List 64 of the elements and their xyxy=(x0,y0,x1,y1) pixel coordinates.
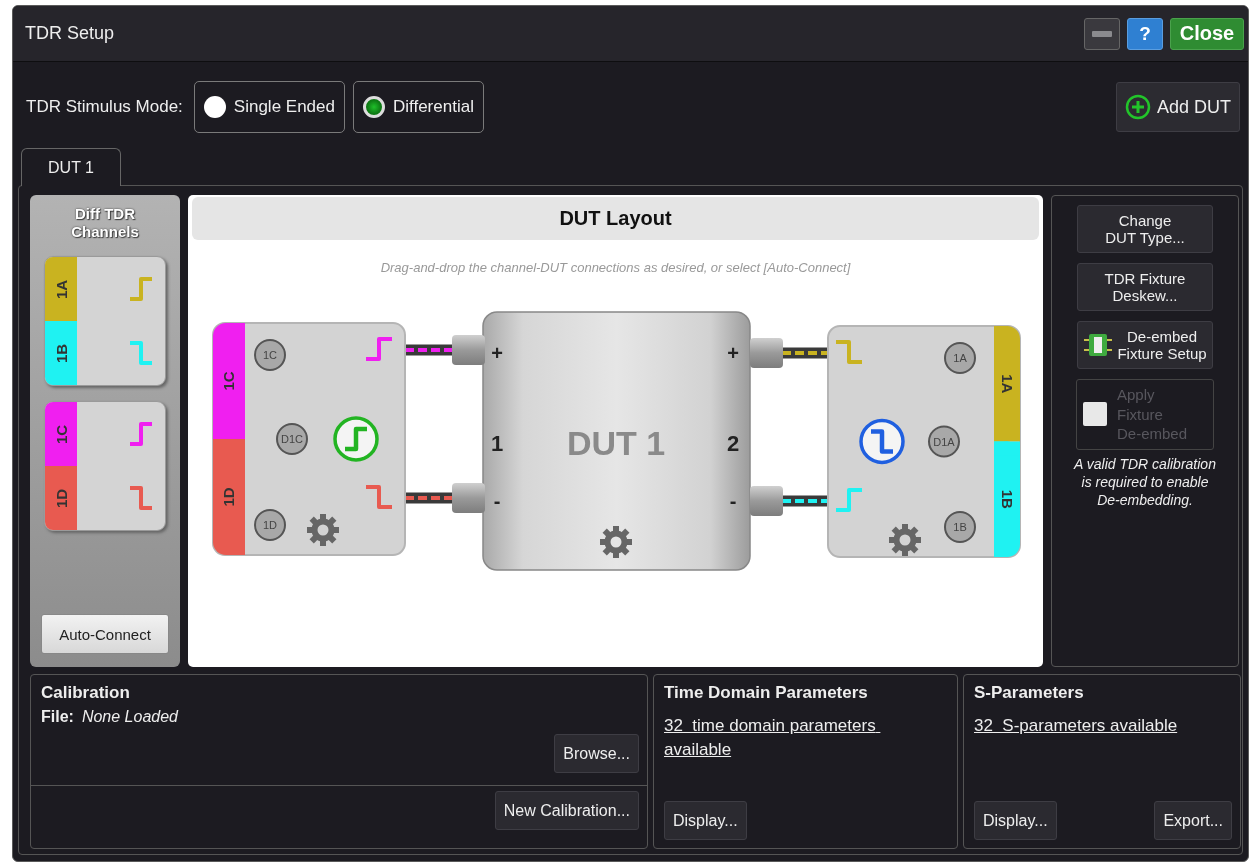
port-sign: + xyxy=(727,342,739,364)
file-label: File: xyxy=(41,708,74,726)
minimize-icon xyxy=(1092,30,1112,37)
action-button[interactable]: Display... xyxy=(974,801,1057,840)
channel-badge[interactable]: 1A xyxy=(944,342,976,374)
calibration-button[interactable]: Browse... xyxy=(554,734,639,773)
gear-icon xyxy=(600,526,632,558)
port-sign: - xyxy=(493,490,501,512)
channel-tab[interactable]: 1B xyxy=(45,321,77,385)
connector xyxy=(452,483,485,513)
calibration-button[interactable]: New Calibration... xyxy=(494,791,639,830)
channel-badge[interactable]: 1D xyxy=(254,509,286,541)
connector xyxy=(452,335,485,365)
radio-button[interactable]: Differential xyxy=(352,81,484,133)
side-button[interactable]: De-embed Fixture Setup xyxy=(1077,321,1213,369)
port-number: 1 xyxy=(490,431,504,456)
chip-icon xyxy=(1083,333,1114,357)
radio-button[interactable]: Single Ended xyxy=(193,81,345,133)
channel-badge[interactable]: D1A xyxy=(928,425,960,458)
section-title: Calibration xyxy=(41,683,131,703)
close-button[interactable]: Close xyxy=(1170,17,1244,50)
note-text: A valid TDR calibration is required to enable De-embedding. xyxy=(1074,454,1216,510)
dut-label: DUT 1 xyxy=(566,424,666,462)
window-title: TDR Setup xyxy=(25,23,116,44)
channel-tab[interactable]: 1B xyxy=(994,441,1020,557)
section-title: S-Parameters xyxy=(974,683,1085,703)
connector xyxy=(750,338,783,368)
minimize-button[interactable] xyxy=(1084,17,1120,50)
cable xyxy=(405,344,454,356)
channel-tab[interactable]: 1C xyxy=(213,323,245,439)
gear-icon xyxy=(307,514,339,546)
add-dut-button[interactable]: Add DUT xyxy=(1115,82,1240,132)
channel-tab[interactable]: 1D xyxy=(213,439,245,555)
channel-tab[interactable]: 1A xyxy=(994,326,1020,442)
section-title: Time Domain Parameters xyxy=(664,683,869,703)
auto-connect-button[interactable]: Auto-Connect xyxy=(41,614,169,654)
file-value: None Loaded xyxy=(81,708,178,726)
parameters-link[interactable]: 32 time domain parameters available xyxy=(664,714,929,762)
side-button[interactable]: Change DUT Type... xyxy=(1077,205,1213,253)
port-sign: + xyxy=(491,342,503,364)
layout-title: DUT Layout xyxy=(192,197,1039,240)
action-button[interactable]: Export... xyxy=(1154,801,1232,840)
channel-badge[interactable]: D1C xyxy=(276,423,308,455)
connector xyxy=(750,486,783,516)
channel-tab[interactable]: 1C xyxy=(45,402,77,466)
channel-tab[interactable]: 1D xyxy=(45,466,77,530)
help-button[interactable]: ? xyxy=(1127,17,1163,50)
stimulus-step-icon[interactable] xyxy=(859,418,905,465)
side-button[interactable]: TDR Fixture Deskew... xyxy=(1077,263,1213,311)
plus-icon xyxy=(1124,94,1151,120)
parameters-link[interactable]: 32 S-parameters available xyxy=(974,714,1178,738)
cable xyxy=(405,492,454,504)
panel-title: Diff TDR Channels xyxy=(70,205,140,241)
action-button[interactable]: Display... xyxy=(664,801,747,840)
gear-icon xyxy=(889,524,921,556)
channel-badge[interactable]: 1C xyxy=(254,339,286,371)
channel-tab[interactable]: 1A xyxy=(45,257,77,321)
checkbox-label: Apply Fixture De-embed xyxy=(1117,385,1188,444)
hint-text: Drag-and-drop the channel-DUT connections as desired, or select [Auto-Connect] xyxy=(379,260,852,276)
port-sign: - xyxy=(729,490,737,512)
stimulus-mode-label: TDR Stimulus Mode: xyxy=(26,97,183,117)
tab[interactable]: DUT 1 xyxy=(21,148,121,186)
channel-badge[interactable]: 1B xyxy=(944,511,976,543)
port-number: 2 xyxy=(726,431,740,456)
